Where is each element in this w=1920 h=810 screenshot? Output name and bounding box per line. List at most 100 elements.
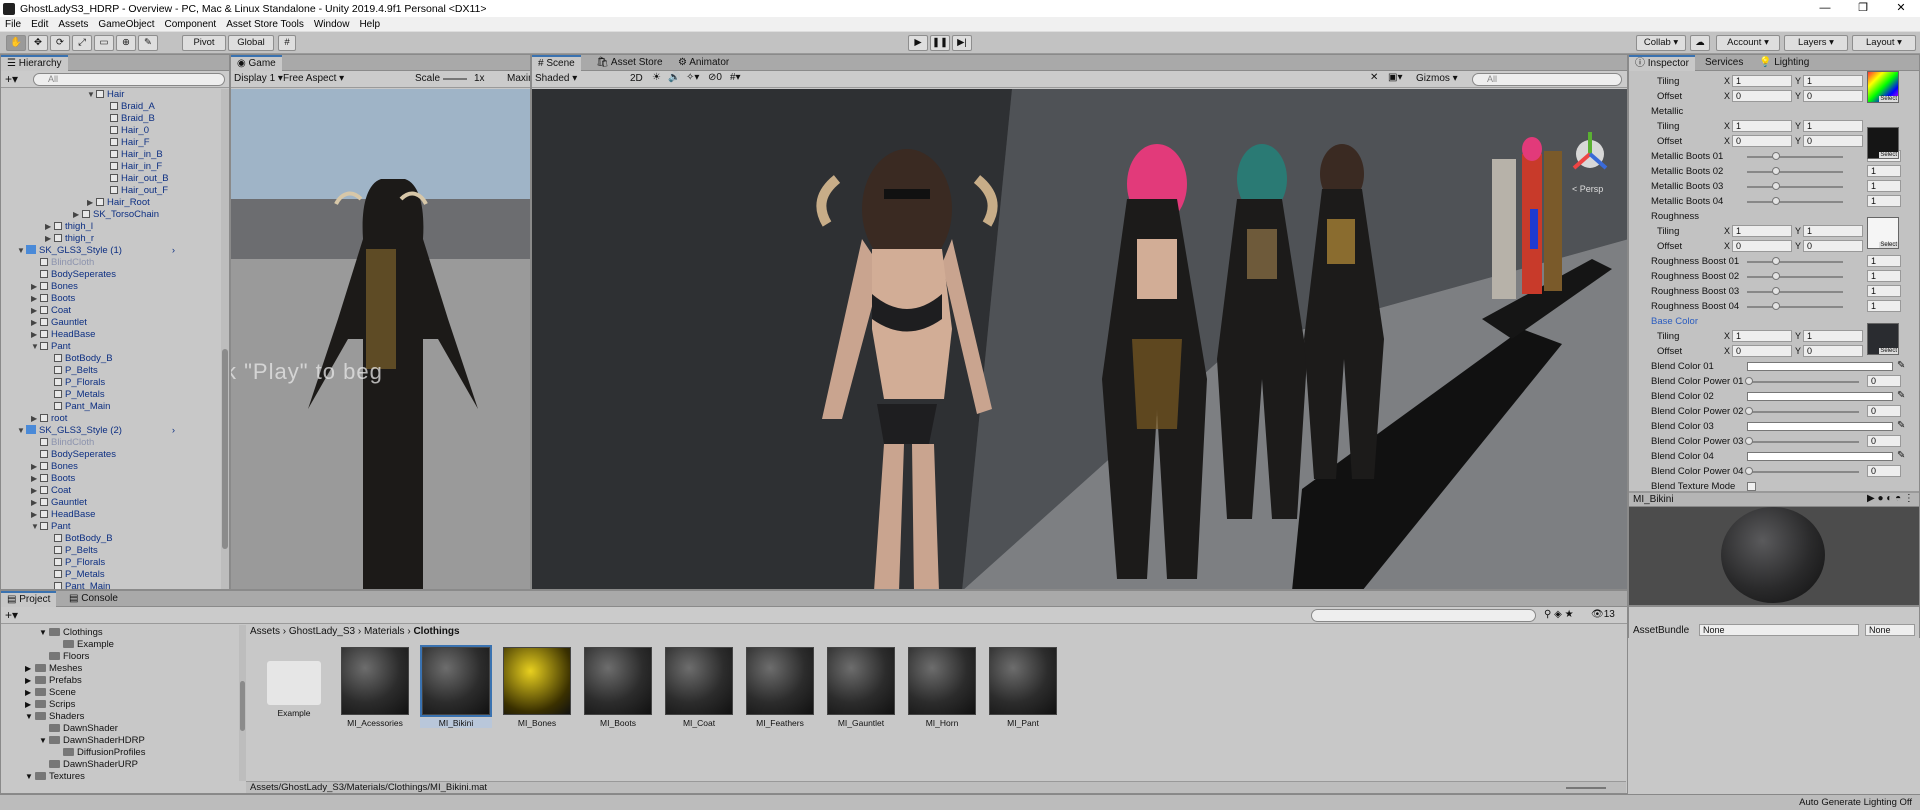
hierarchy-item[interactable]: Hair_F [1,137,181,149]
slider-value-field[interactable]: 1 [1867,285,1901,297]
project-folder-item[interactable]: ▼ Shaders [1,711,84,723]
breadcrumb-item[interactable]: Materials [364,626,405,637]
hierarchy-item[interactable]: ▶ HeadBase [1,509,181,521]
tiling-y-field[interactable]: 0 [1803,240,1863,252]
tab-lighting[interactable]: 💡 Lighting [1753,55,1815,71]
foldout-arrow-icon[interactable]: ▶ [31,305,40,317]
hierarchy-item[interactable]: P_Metals [1,389,181,401]
lighting-toggle-icon[interactable]: ☀ [652,72,661,83]
hierarchy-item[interactable]: ▶ root [1,413,181,425]
create-plus-icon[interactable]: +▾ [5,72,18,86]
foldout-arrow-icon[interactable]: ▶ [45,233,54,245]
hierarchy-item[interactable]: ▶ Bones [1,281,181,293]
gizmos-dropdown[interactable]: Gizmos ▾ [1416,73,1458,84]
hierarchy-item[interactable]: Braid_B [1,113,181,125]
pause-button[interactable]: ❚❚ [930,35,950,51]
foldout-arrow-icon[interactable]: ▶ [25,663,35,675]
project-folder-item[interactable]: ▼ Textures [1,771,85,781]
slider-value-field[interactable]: 1 [1867,300,1901,312]
slider-knob[interactable] [1772,167,1780,175]
eyedropper-icon[interactable]: ✎ [1897,390,1905,401]
menu-help[interactable]: Help [354,19,385,30]
prefab-open-chevron-icon[interactable]: › [172,245,175,257]
pivot-toggle[interactable]: Pivot [182,35,226,51]
color-field[interactable] [1747,362,1893,371]
project-search-input[interactable] [1311,609,1536,622]
slider-knob[interactable] [1745,467,1753,475]
slider-knob[interactable] [1745,437,1753,445]
tab-services[interactable]: Services [1699,55,1749,71]
foldout-arrow-icon[interactable]: ▼ [17,245,26,257]
property-slider[interactable] [1747,186,1843,188]
hierarchy-item[interactable]: ▶ Coat [1,305,181,317]
foldout-arrow-icon[interactable]: ▶ [31,317,40,329]
move-tool-button[interactable]: ✥ [28,35,48,51]
power-value-field[interactable]: 0 [1867,375,1901,387]
cloud-button[interactable]: ☁ [1690,35,1710,51]
asset-item[interactable]: MI_Acessories [339,647,411,728]
persp-label[interactable]: < Persp [1572,184,1603,194]
scale-slider[interactable] [443,78,467,80]
assetbundle-dropdown[interactable]: None [1699,624,1859,636]
slider-knob[interactable] [1772,182,1780,190]
hierarchy-item[interactable]: Hair_in_B [1,149,181,161]
tiling-x-field[interactable]: 0 [1732,90,1792,102]
foldout-arrow-icon[interactable]: ▶ [31,281,40,293]
hierarchy-item[interactable]: Braid_A [1,101,181,113]
slider-knob[interactable] [1772,287,1780,295]
project-folder-item[interactable]: ▶ Scene [1,687,76,699]
hierarchy-item[interactable]: Pant_Main [1,581,181,589]
breadcrumb-item[interactable]: Clothings [413,626,459,637]
collab-dropdown[interactable]: Collab ▾ [1636,35,1686,51]
2d-toggle[interactable]: 2D [630,73,643,84]
tiling-x-field[interactable]: 0 [1732,240,1792,252]
menu-component[interactable]: Component [160,19,222,30]
custom-tool-button[interactable]: ✎ [138,35,158,51]
project-folder-item[interactable]: DiffusionProfiles [1,747,145,759]
asset-item[interactable]: MI_Boots [582,647,654,728]
foldout-arrow-icon[interactable]: ▼ [87,89,96,101]
project-folder-item[interactable]: DawnShaderURP [1,759,138,771]
hierarchy-item[interactable]: BotBody_B [1,533,181,545]
slider-knob[interactable] [1772,197,1780,205]
hierarchy-item[interactable]: ▶ Boots [1,473,181,485]
property-slider[interactable] [1747,201,1843,203]
foldout-arrow-icon[interactable]: ▶ [31,413,40,425]
hierarchy-item[interactable]: BlindCloth [1,437,181,449]
property-slider[interactable] [1747,276,1843,278]
project-folder-item[interactable]: ▼ DawnShaderHDRP [1,735,145,747]
hierarchy-item[interactable]: P_Florals [1,377,181,389]
tiling-x-field[interactable]: 1 [1732,120,1792,132]
project-folder-item[interactable]: ▶ Scrips [1,699,75,711]
project-folder-item[interactable]: Floors [1,651,89,663]
power-slider[interactable] [1747,471,1859,473]
hierarchy-item[interactable]: ▶ Boots [1,293,181,305]
snap-button[interactable]: # [278,35,296,51]
hierarchy-item[interactable]: ▼ SK_GLS3_Style (1) › [1,245,181,257]
tiling-x-field[interactable]: 1 [1732,330,1792,342]
step-button[interactable]: ▶| [952,35,972,51]
slider-knob[interactable] [1772,302,1780,310]
foldout-arrow-icon[interactable]: ▶ [31,329,40,341]
scene-search-input[interactable]: All [1472,73,1622,86]
hierarchy-item[interactable]: BodySeperates [1,269,181,281]
foldout-arrow-icon[interactable]: ▶ [31,509,40,521]
hierarchy-item[interactable]: ▼ Pant [1,521,181,533]
texture-select-button[interactable]: Select [1879,242,1898,248]
asset-item[interactable]: MI_Pant [987,647,1059,728]
hierarchy-item[interactable]: ▶ Bones [1,461,181,473]
display-dropdown[interactable]: Display 1 ▾ [234,73,283,84]
prefab-open-chevron-icon[interactable]: › [172,425,175,437]
foldout-arrow-icon[interactable]: ▼ [25,771,35,781]
slider-value-field[interactable]: 1 [1867,180,1901,192]
preview-play-icon[interactable]: ▶ ● ◐ ◓ ⋮ [1867,493,1914,504]
layout-dropdown[interactable]: Layout ▾ [1852,35,1916,51]
slider-knob[interactable] [1772,152,1780,160]
project-folder-item[interactable]: DawnShader [1,723,118,735]
aspect-dropdown[interactable]: Free Aspect ▾ [283,73,403,84]
icon-size-slider[interactable] [1566,787,1606,789]
hierarchy-item[interactable]: ▼ SK_GLS3_Style (2) › [1,425,181,437]
asset-item[interactable]: MI_Feathers [744,647,816,728]
hierarchy-item[interactable]: BlindCloth [1,257,181,269]
tiling-y-field[interactable]: 1 [1803,120,1863,132]
